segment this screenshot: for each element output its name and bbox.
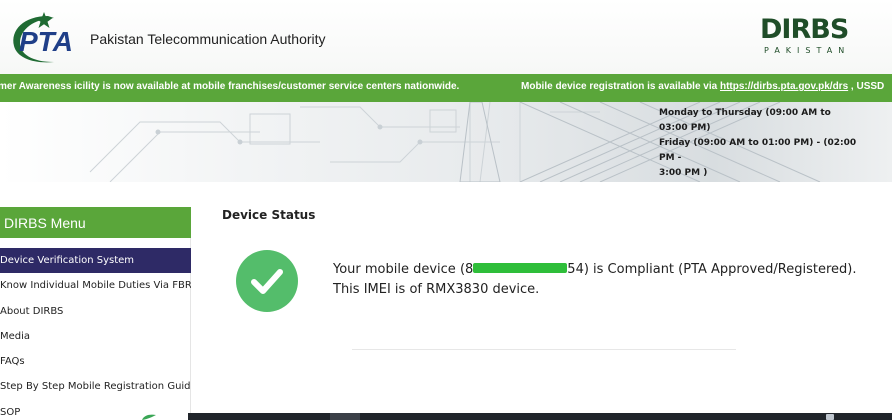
- menu-item-mobile-duties-fbr[interactable]: Know Individual Mobile Duties Via FBR: [0, 273, 191, 298]
- leaf-icon: [142, 414, 156, 420]
- pta-logo-text: PTA: [19, 26, 73, 57]
- dirbs-menu: DIRBS Menu Device Verification System Kn…: [0, 207, 191, 420]
- divider: [352, 349, 736, 350]
- ticker-message-left: mer Awareness icility is now available a…: [0, 81, 460, 92]
- site-header: PTA Pakistan Telecommunication Authority…: [0, 0, 892, 74]
- taskbar-active-app[interactable]: [330, 413, 360, 420]
- dirbs-logo-title: DIRBS: [760, 14, 849, 45]
- menu-item-sop[interactable]: SOP: [0, 400, 191, 420]
- dirbs-logo-subtitle: PAKISTAN: [764, 46, 851, 55]
- dirbs-logo-icon[interactable]: DIRBS PAKISTAN: [760, 14, 864, 62]
- device-model-line: This IMEI is of RMX3830 device.: [333, 282, 540, 297]
- ticker-right-prefix: Mobile device registration is available …: [521, 81, 720, 92]
- office-hours-line: 3:00 PM ): [659, 168, 708, 178]
- menu-item-device-verification-system[interactable]: Device Verification System: [0, 248, 191, 274]
- menu-item-about-dirbs[interactable]: About DIRBS: [0, 299, 191, 324]
- ticker-link[interactable]: https://dirbs.pta.gov.pk/drs: [720, 81, 848, 92]
- checkmark-icon: [251, 269, 283, 294]
- tray-icon[interactable]: [826, 414, 834, 420]
- menu-item-faqs[interactable]: FAQs: [0, 349, 191, 374]
- ticker-message-right: Mobile device registration is available …: [521, 81, 884, 92]
- dirbs-menu-title: DIRBS Menu: [0, 207, 191, 238]
- office-hours-line: Monday to Thursday (09:00 AM to 03:00 PM…: [659, 108, 831, 133]
- status-suffix: 54) is Compliant (PTA Approved/Registere…: [567, 262, 857, 277]
- org-name: Pakistan Telecommunication Authority: [90, 31, 326, 47]
- news-ticker: mer Awareness icility is now available a…: [0, 74, 892, 102]
- taskbar: [188, 413, 892, 420]
- device-status-message: Your mobile device (8 54) is Compliant (P…: [333, 260, 873, 300]
- office-hours-line: Friday (09:00 AM to 01:00 PM) - (02:00 P…: [659, 138, 857, 163]
- status-prefix: Your mobile device (8: [333, 262, 474, 277]
- compliance-line: Your mobile device (8 54) is Compliant (P…: [333, 260, 873, 280]
- check-circle-icon: [236, 250, 298, 312]
- banner: Monday to Thursday (09:00 AM to 03:00 PM…: [0, 102, 892, 182]
- menu-item-media[interactable]: Media: [0, 324, 191, 349]
- office-hours: Monday to Thursday (09:00 AM to 03:00 PM…: [659, 106, 859, 181]
- ticker-right-suffix: , USSD: [848, 81, 885, 92]
- page-title: Device Status: [222, 208, 316, 222]
- pta-logo-icon[interactable]: PTA: [8, 10, 88, 66]
- dirbs-menu-list: Device Verification System Know Individu…: [0, 248, 191, 420]
- menu-item-registration-guide[interactable]: Step By Step Mobile Registration Guide: [0, 374, 191, 399]
- redacted-imei: [473, 263, 568, 273]
